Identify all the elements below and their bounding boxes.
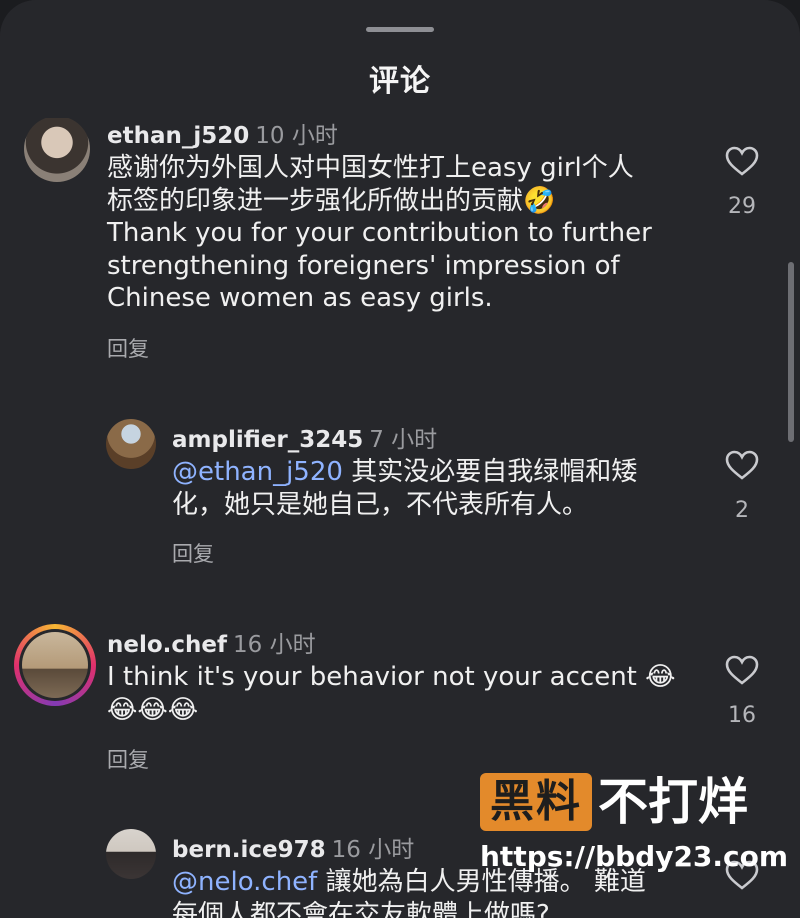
comment-text: I think it's your behavior not your acce…: [107, 661, 707, 726]
like-count: 2: [735, 498, 749, 523]
heart-outline-icon: [725, 655, 759, 685]
like-count: 16: [728, 703, 756, 728]
avatar[interactable]: [24, 116, 90, 182]
comment-text: @nelo.chef 讓她為白人男性傳播。 難道 每個人都不會在交友軟體上做嗎?: [172, 867, 646, 918]
laughing-emoji-icon: 😂: [645, 662, 676, 692]
drag-handle[interactable]: [366, 27, 434, 32]
comment-text: @ethan_j520 其实没必要自我绿帽和矮 化，她只是她自己，不代表所有人。: [172, 457, 638, 520]
rofl-emoji-icon: 🤣: [523, 185, 556, 216]
page-title: 评论: [369, 64, 431, 99]
comment-username[interactable]: ethan_j520: [107, 123, 249, 149]
like-count: 29: [728, 194, 756, 219]
like-button[interactable]: 29: [712, 146, 772, 219]
comment-username[interactable]: bern.ice978: [172, 837, 326, 863]
comment-time: 16 小时: [331, 837, 415, 863]
heart-outline-icon: [725, 450, 759, 480]
comment-username[interactable]: amplifier_3245: [172, 427, 363, 453]
comment-username[interactable]: nelo.chef: [107, 632, 227, 658]
mention-link[interactable]: @ethan_j520: [172, 457, 343, 487]
watermark-text: 不打烊: [598, 773, 748, 831]
mention-link[interactable]: @nelo.chef: [172, 867, 317, 897]
comments-sheet: ethan_j520 10 小时 感谢你为外国人对中国女性打上easy girl个…: [0, 0, 800, 918]
avatar[interactable]: [106, 419, 156, 469]
reply-button[interactable]: 回复: [172, 538, 214, 568]
story-ring-avatar[interactable]: [14, 624, 96, 706]
watermark-url: https://bbdy23.com: [480, 840, 789, 873]
scrollbar[interactable]: [788, 262, 794, 442]
like-button[interactable]: 2: [712, 450, 772, 523]
laughing-emoji-icon: 😂😂😂: [107, 694, 199, 725]
comment-time: 16 小时: [233, 632, 316, 658]
like-button[interactable]: 16: [712, 655, 772, 728]
reply-button[interactable]: 回复: [107, 333, 149, 363]
comment-time: 10 小时: [255, 123, 338, 149]
comment-time: 7 小时: [369, 427, 438, 453]
comment-text: 感谢你为外国人对中国女性打上easy girl个人 标签的印象进一步强化所做出的…: [107, 153, 652, 313]
sheet-header: 评论: [0, 0, 800, 118]
watermark-logo-box: 黑料: [480, 773, 592, 831]
heart-outline-icon: [725, 146, 759, 176]
avatar[interactable]: [106, 829, 156, 879]
avatar: [19, 629, 91, 701]
reply-button[interactable]: 回复: [107, 744, 149, 774]
